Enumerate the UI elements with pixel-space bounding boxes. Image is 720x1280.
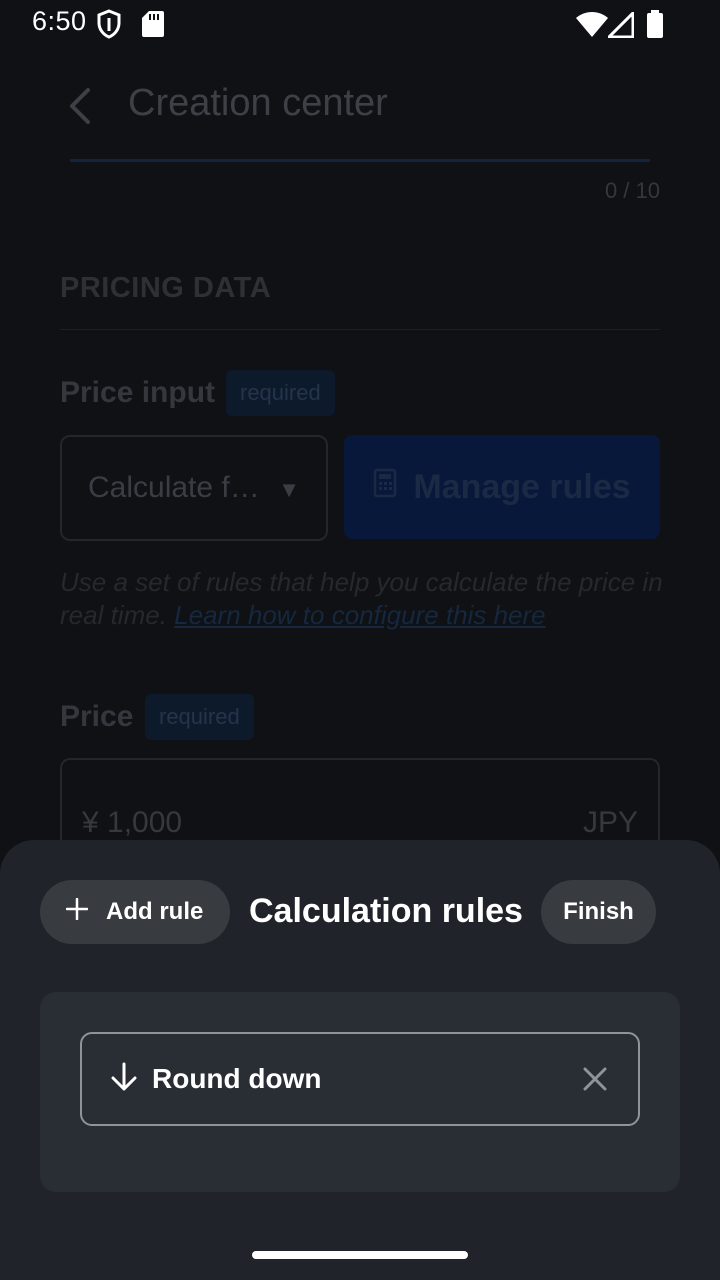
status-time: 6:50 <box>32 6 87 36</box>
help-text: Use a set of rules that help you calcula… <box>60 566 670 632</box>
add-rule-button[interactable]: Add rule <box>40 880 230 944</box>
select-value: Calculate f… <box>88 471 260 504</box>
price-value: ¥ 1,000 <box>82 806 183 839</box>
cell-signal-icon <box>607 11 635 43</box>
rule-chip[interactable]: Round down <box>80 1032 640 1126</box>
plus-icon <box>65 897 89 927</box>
close-icon[interactable] <box>582 1066 608 1097</box>
sheet-title: Calculation rules <box>249 892 523 930</box>
price-input-select[interactable]: Calculate f… ▼ <box>60 435 328 541</box>
price-label: Price <box>60 700 134 733</box>
calculator-icon <box>373 468 397 507</box>
rule-label: Round down <box>152 1063 322 1094</box>
required-badge: required <box>145 694 254 740</box>
finish-button[interactable]: Finish <box>541 880 656 944</box>
progress-counter: 0 / 10 <box>604 178 660 203</box>
home-indicator[interactable] <box>252 1251 468 1259</box>
arrow-down-icon <box>110 1062 138 1097</box>
required-badge: required <box>226 370 335 416</box>
progress-bar <box>70 159 650 162</box>
dropdown-caret-icon: ▼ <box>278 477 300 502</box>
help-link[interactable]: Learn how to configure this here <box>174 600 545 630</box>
page-title: Creation center <box>128 82 388 124</box>
add-rule-label: Add rule <box>106 898 204 925</box>
sd-card-icon <box>142 10 164 43</box>
section-title: PRICING DATA <box>60 272 272 304</box>
manage-rules-label: Manage rules <box>413 467 631 506</box>
wifi-icon <box>576 12 608 43</box>
shield-icon <box>96 9 122 44</box>
price-currency: JPY <box>582 806 638 839</box>
manage-rules-button[interactable]: Manage rules <box>344 435 660 539</box>
back-arrow-icon[interactable] <box>64 86 96 131</box>
battery-icon <box>646 10 664 43</box>
price-input-label: Price input <box>60 376 216 409</box>
section-divider <box>60 329 660 330</box>
